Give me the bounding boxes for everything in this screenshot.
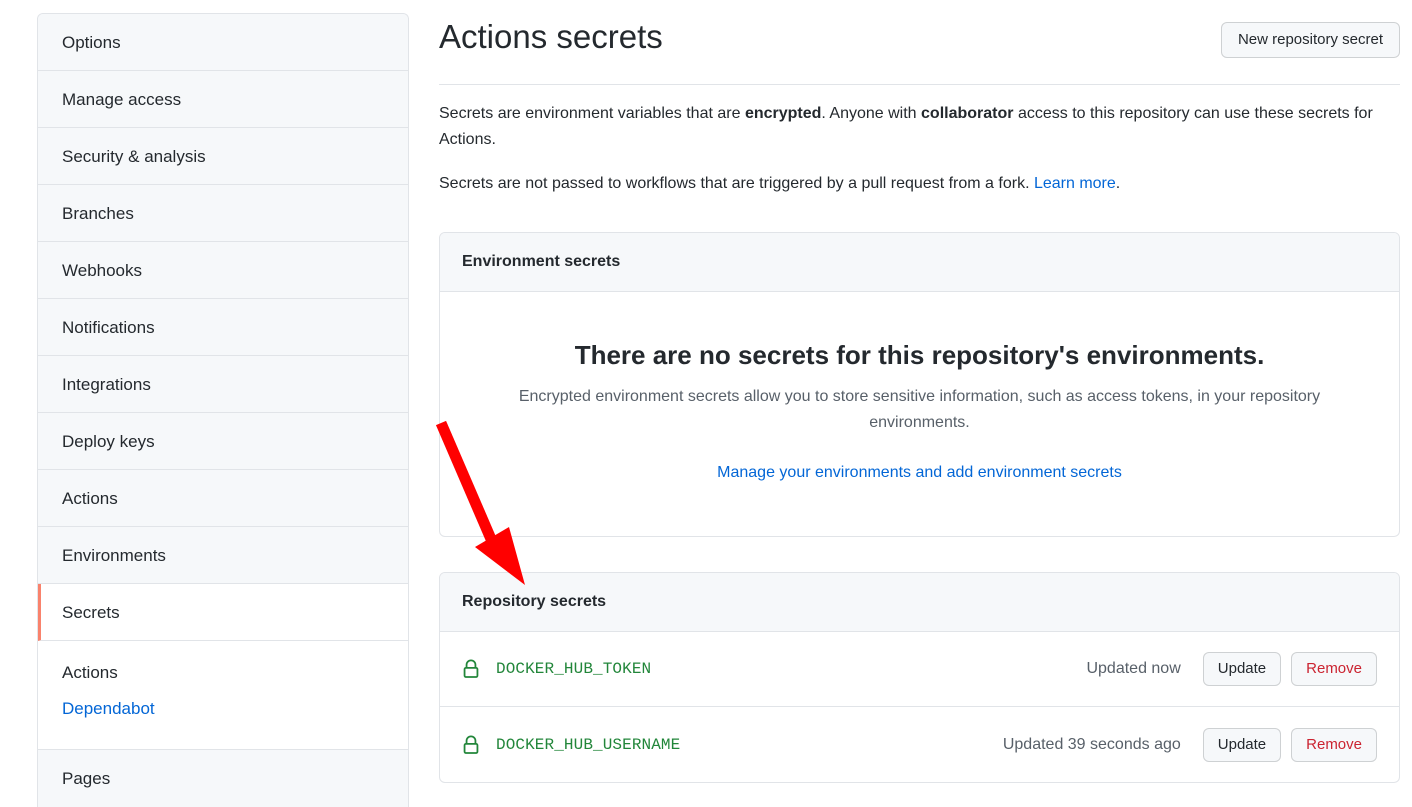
sidebar-item-label: Options (62, 33, 121, 52)
page-header: Actions secrets New repository secret (439, 0, 1400, 85)
secret-row-actions: Update Remove (1202, 652, 1377, 686)
environment-secrets-header: Environment secrets (440, 233, 1399, 292)
lock-icon (462, 659, 496, 679)
secret-row-actions: Update Remove (1202, 727, 1377, 762)
sidebar-item-webhooks[interactable]: Webhooks (38, 242, 408, 299)
empty-state-action: Manage your environments and add environ… (470, 464, 1369, 482)
sidebar-subitem-label: Dependabot (62, 699, 155, 718)
desc-text-4: Secrets are not passed to workflows that… (439, 175, 1034, 192)
secret-name[interactable]: DOCKER_HUB_USERNAME (496, 736, 680, 754)
sidebar-subitem-label: Actions (62, 663, 118, 682)
sidebar-item-environments[interactable]: Environments (38, 527, 408, 584)
new-repository-secret-button[interactable]: New repository secret (1220, 22, 1400, 58)
sidebar-item-security-analysis[interactable]: Security & analysis (38, 128, 408, 185)
secret-name[interactable]: DOCKER_HUB_TOKEN (496, 660, 651, 678)
sidebar-item-pages[interactable]: Pages (38, 750, 408, 807)
empty-state-title: There are no secrets for this repository… (574, 340, 1265, 370)
lock-icon (462, 734, 496, 755)
sidebar-item-notifications[interactable]: Notifications (38, 299, 408, 356)
sidebar-item-label: Security & analysis (62, 147, 206, 166)
sidebar-item-options[interactable]: Options (38, 14, 408, 71)
page-title: Actions secrets (439, 18, 663, 55)
sidebar-item-label: Branches (62, 204, 134, 223)
sidebar-item-secrets[interactable]: Secrets (38, 584, 408, 641)
settings-page: Options Manage access Security & analysis B… (0, 0, 1412, 807)
desc-bold-encrypted: encrypted (744, 105, 822, 122)
sidebar-subitem-dependabot[interactable]: Dependabot (38, 691, 408, 727)
repository-secrets-box: Repository secrets DOCKER_HUB_TOKEN Updat… (439, 572, 1400, 783)
sidebar-item-manage-access[interactable]: Manage access (38, 71, 408, 128)
sidebar-subitem-actions[interactable]: Actions (38, 655, 408, 691)
desc-text-1: Secrets are environment variables that a… (439, 105, 745, 122)
sidebar-item-label: Pages (62, 769, 111, 788)
remove-secret-button[interactable]: Remove (1291, 652, 1377, 686)
secrets-description-line-2: Secrets are not passed to workflows that… (439, 171, 1400, 197)
table-row: DOCKER_HUB_USERNAME Updated 39 seconds ag… (440, 707, 1399, 782)
desc-bold-collaborator: collaborator (921, 105, 1014, 122)
secret-updated-timestamp: Updated 39 seconds ago (1002, 735, 1181, 753)
desc-text-5: . (1115, 175, 1121, 192)
sidebar-item-integrations[interactable]: Integrations (38, 356, 408, 413)
sidebar-item-deploy-keys[interactable]: Deploy keys (38, 413, 408, 470)
sidebar-subnav: Actions Dependabot (38, 641, 408, 750)
learn-more-link[interactable]: Learn more (1034, 175, 1116, 192)
manage-environments-link[interactable]: Manage your environments and add environ… (717, 464, 1122, 481)
remove-secret-button[interactable]: Remove (1291, 727, 1377, 762)
sidebar-item-label: Actions (62, 489, 118, 508)
secrets-description-line-1: Secrets are environment variables that a… (439, 101, 1400, 153)
sidebar-item-branches[interactable]: Branches (38, 185, 408, 242)
sidebar-item-label: Notifications (62, 318, 155, 337)
sidebar-item-label: Deploy keys (62, 432, 155, 451)
update-secret-button[interactable]: Update (1202, 652, 1282, 686)
environment-secrets-empty-state: There are no secrets for this repository… (440, 292, 1399, 536)
repository-secrets-list: DOCKER_HUB_TOKEN Updated now Update Remove D… (440, 632, 1399, 782)
sidebar-item-label: Secrets (62, 603, 120, 622)
table-row: DOCKER_HUB_TOKEN Updated now Update Remove (440, 632, 1399, 707)
desc-text-2: . Anyone with (821, 105, 922, 122)
main-content: Actions secrets New repository secret Se… (439, 0, 1400, 783)
update-secret-button[interactable]: Update (1202, 727, 1282, 762)
settings-sidebar: Options Manage access Security & analysis B… (37, 13, 409, 807)
empty-state-text: Encrypted environment secrets allow you … (518, 388, 1321, 431)
sidebar-item-label: Webhooks (62, 261, 143, 280)
repository-secrets-header: Repository secrets (440, 573, 1399, 632)
secret-updated-timestamp: Updated now (1086, 660, 1181, 677)
sidebar-item-label: Integrations (62, 375, 151, 394)
sidebar-item-label: Environments (62, 546, 166, 565)
sidebar-item-actions[interactable]: Actions (38, 470, 408, 527)
environment-secrets-box: Environment secrets There are no secrets… (439, 232, 1400, 537)
sidebar-item-label: Manage access (62, 90, 182, 109)
